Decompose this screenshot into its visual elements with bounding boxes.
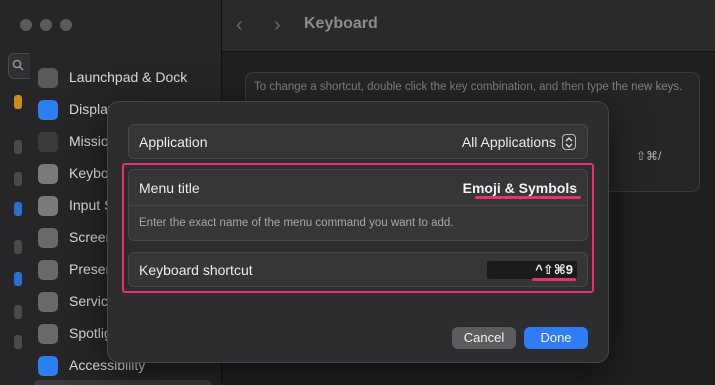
partial-sidebar-icon [14, 335, 22, 349]
partial-sidebar-icon [14, 305, 22, 319]
sidebar-selection [34, 380, 212, 385]
accessibility-icon [38, 356, 58, 376]
keyboard-icon [38, 164, 58, 184]
menu-title-underline-annotation [475, 196, 581, 199]
partial-sidebar-icon [14, 140, 22, 154]
search-icon [12, 59, 24, 71]
window-title: Keyboard [304, 15, 378, 32]
cancel-button[interactable]: Cancel [452, 327, 516, 349]
done-button[interactable]: Done [524, 327, 588, 349]
existing-shortcut: ⇧⌘/ [636, 149, 662, 163]
partial-sidebar-icon [14, 172, 22, 186]
sidebar-item-label: Launchpad & Dock [69, 69, 188, 85]
application-select[interactable]: All Applications [462, 134, 556, 150]
shortcut-underline-annotation [532, 278, 576, 281]
displays-icon [38, 100, 58, 120]
partial-sidebar-icon [14, 95, 22, 109]
back-icon[interactable]: ‹ [236, 14, 243, 37]
application-row: Application All Applications [128, 124, 588, 159]
zoom-window-button[interactable] [60, 19, 72, 31]
partial-sidebar-icon [14, 202, 22, 216]
input-sources-icon [38, 196, 58, 216]
shortcuts-instruction: To change a shortcut, double click the k… [254, 81, 683, 93]
screenshot-icon [38, 228, 58, 248]
forward-icon[interactable]: › [274, 14, 281, 37]
spotlight-icon [38, 324, 58, 344]
highlight-box-annotation [122, 163, 594, 293]
search-field[interactable] [8, 53, 30, 79]
window-toolbar: ‹ › [222, 0, 715, 52]
close-window-button[interactable] [20, 19, 32, 31]
minimize-window-button[interactable] [40, 19, 52, 31]
application-label: Application [139, 134, 208, 150]
mission-control-icon [38, 132, 58, 152]
services-icon [38, 292, 58, 312]
partial-sidebar-icon [14, 272, 22, 286]
launchpad-icon [38, 68, 58, 88]
chevron-up-down-icon[interactable] [562, 134, 576, 150]
presenter-icon [38, 260, 58, 280]
partial-sidebar-icon [14, 240, 22, 254]
